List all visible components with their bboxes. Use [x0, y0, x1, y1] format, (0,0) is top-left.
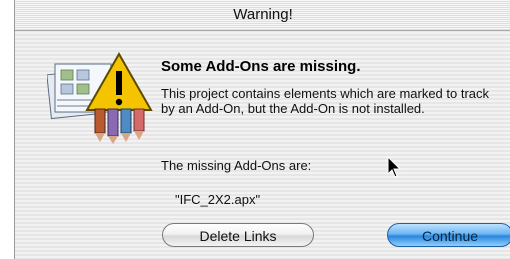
window-title: Warning! — [233, 6, 293, 23]
missing-addons-label: The missing Add-Ons are: — [161, 158, 312, 173]
mouse-pointer-icon — [387, 155, 402, 178]
warning-icon — [46, 44, 157, 144]
continue-button[interactable]: Continue — [387, 223, 510, 247]
alert-heading: Some Add-Ons are missing. — [161, 58, 361, 75]
alert-message: This project contains elements which are… — [161, 86, 490, 116]
warning-dialog: Warning! Some Add-Ons are missing. This … — [14, 0, 510, 259]
missing-addon-item: "IFC_2X2.apx" — [175, 192, 261, 207]
title-bar[interactable]: Warning! — [15, 0, 510, 31]
delete-links-button[interactable]: Delete Links — [162, 223, 314, 247]
